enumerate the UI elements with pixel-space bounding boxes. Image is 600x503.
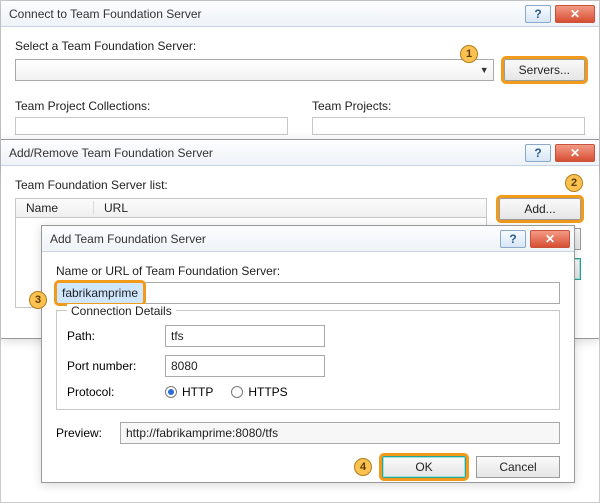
server-combobox[interactable]: ▼ [15,59,494,81]
cancel-button[interactable]: Cancel [476,456,560,478]
preview-output: http://fabrikamprime:8080/tfs [120,422,560,444]
col-url: URL [94,201,486,215]
collections-list[interactable] [15,117,288,135]
server-list-header: Name URL [15,198,487,218]
servers-button-label: Servers... [519,63,570,77]
add-button[interactable]: Add... [499,198,581,220]
port-label: Port number: [67,359,165,373]
http-label: HTTP [182,385,213,399]
annotation-1: 1 [460,45,478,63]
protocol-https-radio[interactable]: HTTPS [231,385,287,399]
chevron-down-icon: ▼ [480,65,489,75]
projects-label: Team Projects: [312,99,585,113]
connection-details-legend: Connection Details [67,304,176,318]
name-url-label: Name or URL of Team Foundation Server: [56,264,560,278]
projects-list[interactable] [312,117,585,135]
annotation-2: 2 [565,174,583,192]
col-name: Name [16,201,94,215]
addserver-title: Add Team Foundation Server [50,232,500,246]
server-name-value: fabrikamprime [57,283,143,303]
path-input[interactable]: tfs [165,325,325,347]
annotation-4: 4 [354,458,372,476]
close-icon[interactable]: ✕ [555,5,595,23]
addserver-titlebar: Add Team Foundation Server ? ✕ [42,226,574,252]
protocol-label: Protocol: [67,385,165,399]
https-label: HTTPS [248,385,287,399]
port-value: 8080 [171,359,198,373]
select-server-label: Select a Team Foundation Server: [15,39,585,53]
addserver-dialog: Add Team Foundation Server ? ✕ Name or U… [41,225,575,483]
help-button[interactable]: ? [525,144,551,162]
preview-label: Preview: [56,426,120,440]
server-name-input[interactable]: fabrikamprime [56,282,560,304]
connect-title: Connect to Team Foundation Server [9,7,525,21]
ok-button-label: OK [415,460,432,474]
connect-titlebar: Connect to Team Foundation Server ? ✕ [1,1,599,27]
server-list-label: Team Foundation Server list: [15,178,487,192]
help-button[interactable]: ? [500,230,526,248]
add-button-label: Add... [524,202,555,216]
servers-button[interactable]: Servers... [504,59,585,81]
close-icon[interactable]: ✕ [555,144,595,162]
cancel-button-label: Cancel [499,460,536,474]
collections-label: Team Project Collections: [15,99,288,113]
protocol-http-radio[interactable]: HTTP [165,385,213,399]
addremove-title: Add/Remove Team Foundation Server [9,146,525,160]
radio-unchecked-icon [231,386,243,398]
close-icon[interactable]: ✕ [530,230,570,248]
addremove-titlebar: Add/Remove Team Foundation Server ? ✕ [1,140,599,166]
path-value: tfs [171,329,184,343]
ok-button[interactable]: OK [382,456,466,478]
path-label: Path: [67,329,165,343]
annotation-3: 3 [29,291,47,309]
port-input[interactable]: 8080 [165,355,325,377]
radio-checked-icon [165,386,177,398]
help-button[interactable]: ? [525,5,551,23]
preview-value: http://fabrikamprime:8080/tfs [126,426,278,440]
